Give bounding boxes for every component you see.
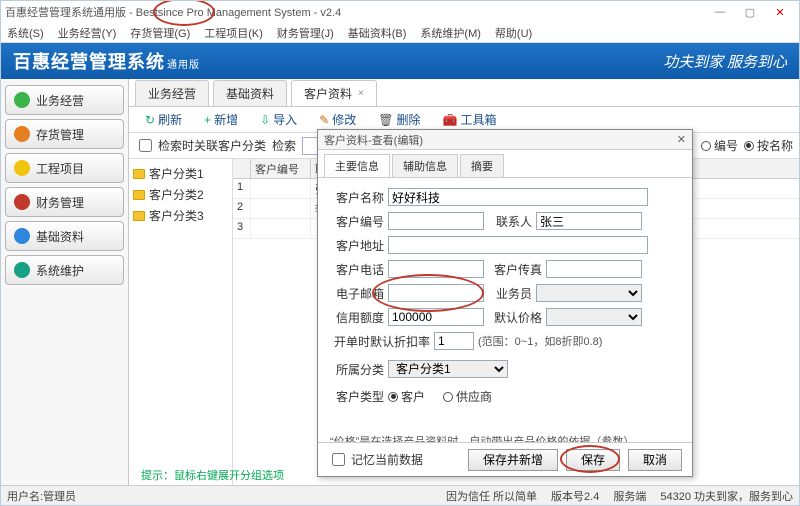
sidebar: 业务经营存货管理工程项目财务管理基础资料系统维护: [1, 79, 129, 485]
refresh-icon: ↻: [145, 113, 155, 127]
dialog-tabs: 主要信息辅助信息摘要: [318, 150, 692, 178]
sidebar-item[interactable]: 基础资料: [5, 221, 124, 251]
sidebar-icon: [14, 228, 30, 244]
cancel-button[interactable]: 取消: [628, 449, 682, 471]
refresh-button[interactable]: ↻刷新: [139, 109, 188, 130]
menu-item[interactable]: 业务经营(Y): [58, 25, 117, 41]
dialog-title: 客户资料-查看(编辑): [324, 132, 423, 148]
main-tab[interactable]: 基础资料: [213, 80, 287, 106]
new-icon: +: [204, 113, 211, 127]
grid-header[interactable]: 客户编号: [251, 159, 311, 178]
tree-item[interactable]: 客户分类2: [131, 184, 230, 205]
dialog-tab[interactable]: 辅助信息: [392, 154, 458, 177]
new-button[interactable]: +新增: [198, 109, 244, 130]
sidebar-icon: [14, 194, 30, 210]
field-category[interactable]: 客户分类1: [388, 360, 508, 378]
menu-item[interactable]: 工程项目(K): [204, 25, 263, 41]
folder-icon: [133, 190, 145, 200]
field-tel[interactable]: [388, 260, 484, 278]
menu-item[interactable]: 财务管理(J): [277, 25, 334, 41]
edit-dialog: 客户资料-查看(编辑) ✕ 主要信息辅助信息摘要 客户名称 客户编号 联系人 客…: [317, 129, 693, 477]
import-button[interactable]: ⇩导入: [254, 109, 303, 130]
field-credit[interactable]: [388, 308, 484, 326]
menu-item[interactable]: 系统维护(M): [420, 25, 481, 41]
field-email[interactable]: [388, 284, 484, 302]
field-address[interactable]: [388, 236, 648, 254]
chk-remember[interactable]: 记忆当前数据: [328, 450, 423, 469]
edit-icon: ✎: [319, 113, 329, 127]
folder-icon: [133, 211, 145, 221]
sidebar-item[interactable]: 系统维护: [5, 255, 124, 285]
menu-item[interactable]: 系统(S): [7, 25, 44, 41]
brand-bar: 百惠经营管理系统通用版 功夫到家 服务到心: [1, 43, 799, 79]
menu-item[interactable]: 基础资料(B): [348, 25, 407, 41]
brand-slogan: 功夫到家 服务到心: [663, 51, 787, 72]
sidebar-icon: [14, 92, 30, 108]
hint-text: 提示：鼠标右键展开分组选项: [141, 467, 284, 483]
status-bar: 用户名:管理员 因为信任 所以简单 版本号2.4 服务端 54320 功夫到家，…: [1, 485, 799, 505]
dialog-tab[interactable]: 摘要: [460, 154, 504, 177]
menu-item[interactable]: 帮助(U): [495, 25, 532, 41]
dialog-tab[interactable]: 主要信息: [324, 154, 390, 177]
sidebar-item[interactable]: 工程项目: [5, 153, 124, 183]
minimize-icon[interactable]: —: [705, 1, 735, 23]
window-titlebar: 百惠经营管理系统通用版 - Bestsince Pro Management S…: [1, 1, 799, 23]
grid-header[interactable]: [233, 159, 251, 178]
sidebar-item[interactable]: 业务经营: [5, 85, 124, 115]
tab-close-icon[interactable]: ×: [358, 88, 364, 99]
sidebar-icon: [14, 126, 30, 142]
field-sales[interactable]: [536, 284, 642, 302]
dialog-body: 客户名称 客户编号 联系人 客户地址 客户电话 客户传真 电子邮箱 业务员 信用…: [318, 178, 692, 442]
main-tabs: 业务经营基础资料客户资料×: [129, 79, 799, 107]
close-icon[interactable]: ✕: [765, 1, 795, 23]
main-tab[interactable]: 客户资料×: [291, 80, 377, 106]
delete-button[interactable]: 🗑删除: [372, 109, 426, 130]
dialog-close-icon[interactable]: ✕: [677, 133, 686, 146]
save-button[interactable]: 保存: [566, 449, 620, 471]
radio-type-customer[interactable]: 客户: [388, 388, 425, 405]
price-note: “价格”是在选择产品资料时，自动带出产品价格的依据（参数）。: [330, 433, 680, 442]
field-discount[interactable]: [434, 332, 474, 350]
search-label: 检索: [272, 137, 296, 154]
field-contact[interactable]: [536, 212, 642, 230]
tools-button[interactable]: 🧰工具箱: [437, 109, 503, 130]
field-customer-code[interactable]: [388, 212, 484, 230]
menu-bar: 系统(S) 业务经营(Y) 存货管理(G) 工程项目(K) 财务管理(J) 基础资料(B)…: [1, 23, 799, 43]
window-title: 百惠经营管理系统通用版 - Bestsince Pro Management S…: [5, 4, 341, 20]
sidebar-icon: [14, 262, 30, 278]
main-tab[interactable]: 业务经营: [135, 80, 209, 106]
save-new-button[interactable]: 保存并新增: [468, 449, 558, 471]
folder-icon: [133, 169, 145, 179]
category-tree: 客户分类1客户分类2客户分类3: [129, 159, 233, 485]
radio-by-name[interactable]: 按名称: [744, 137, 793, 154]
field-customer-name[interactable]: [388, 188, 648, 206]
menu-item[interactable]: 存货管理(G): [130, 25, 190, 41]
brand-title: 百惠经营管理系统通用版: [13, 48, 200, 74]
field-fax[interactable]: [546, 260, 642, 278]
radio-type-supplier[interactable]: 供应商: [443, 388, 492, 405]
sidebar-icon: [14, 160, 30, 176]
radio-by-code[interactable]: 编号: [701, 137, 738, 154]
sidebar-item[interactable]: 财务管理: [5, 187, 124, 217]
tree-item[interactable]: 客户分类1: [131, 163, 230, 184]
delete-icon: 🗑: [378, 113, 393, 127]
maximize-icon[interactable]: ▢: [735, 1, 765, 23]
tools-icon: 🧰: [443, 113, 458, 127]
chk-link-category[interactable]: 检索时关联客户分类: [135, 136, 266, 155]
field-default-price[interactable]: [546, 308, 642, 326]
import-icon: ⇩: [260, 113, 270, 127]
tree-item[interactable]: 客户分类3: [131, 205, 230, 226]
status-auth: 因为信任 所以简单: [446, 488, 537, 504]
sidebar-item[interactable]: 存货管理: [5, 119, 124, 149]
edit-button[interactable]: ✎修改: [313, 109, 362, 130]
